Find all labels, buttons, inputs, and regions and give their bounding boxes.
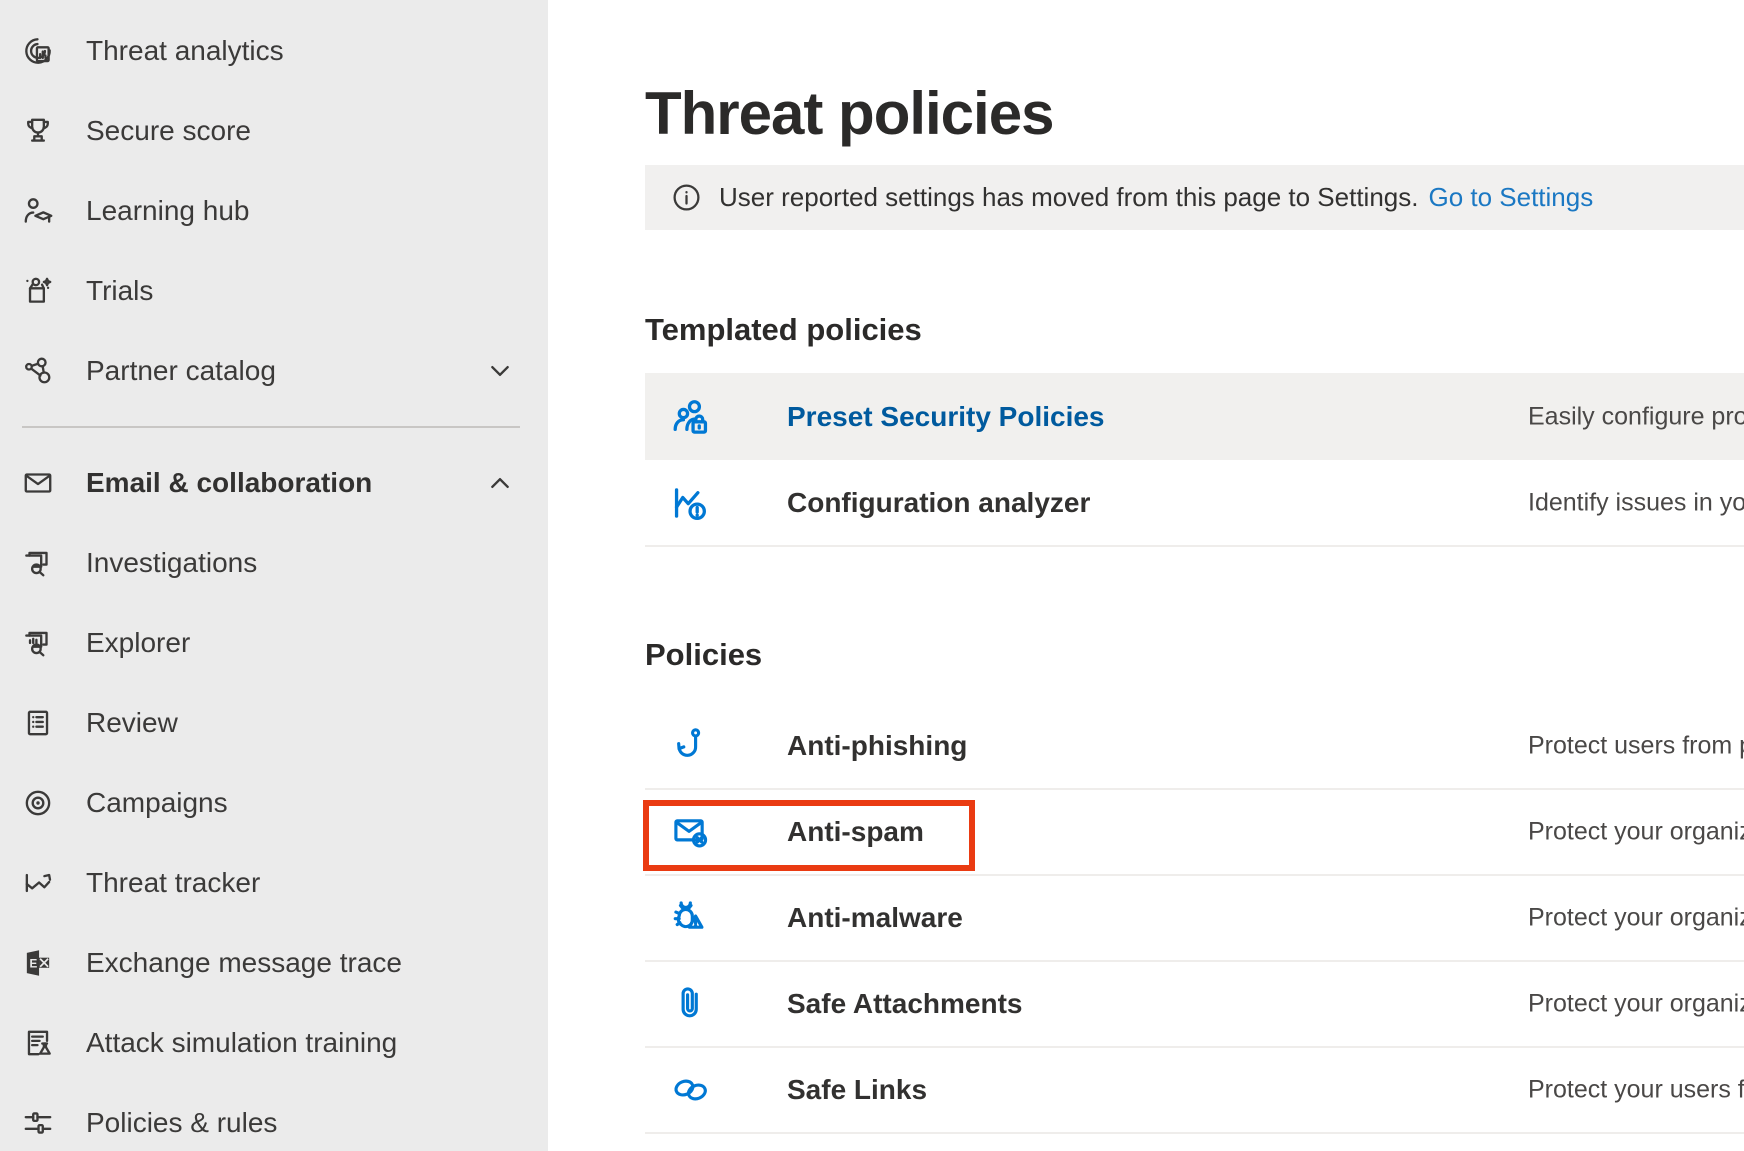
chevron-up-icon [488, 471, 512, 495]
row-anti-phishing[interactable]: Anti-phishing Protect users from p [645, 704, 1744, 790]
sidebar-item-label: Investigations [86, 547, 257, 579]
banner-text: User reported settings has moved from th… [719, 182, 1418, 213]
row-title: Anti-spam [787, 816, 924, 848]
row-anti-malware[interactable]: Anti-malware Protect your organiz [645, 876, 1744, 962]
safe-attachments-icon [668, 981, 714, 1027]
row-description: Protect your users fr [1528, 1076, 1744, 1105]
trials-icon [20, 273, 56, 309]
secure-score-icon [20, 113, 56, 149]
exchange-icon: E [20, 945, 56, 981]
sidebar-item-explorer[interactable]: Explorer [0, 603, 548, 683]
row-title[interactable]: Configuration analyzer [787, 487, 1090, 519]
row-description: Protect your organiz [1528, 904, 1744, 933]
row-anti-spam[interactable]: Anti-spam Protect your organiz [645, 790, 1744, 876]
preset-security-icon [668, 394, 714, 440]
row-title: Safe Links [787, 1074, 927, 1106]
policies-rules-icon [20, 1105, 56, 1141]
sidebar-item-secure-score[interactable]: Secure score [0, 91, 548, 171]
row-description: Protect your organiz [1528, 990, 1744, 1019]
row-description: Protect your organiz [1528, 818, 1744, 847]
sidebar-item-label: Review [86, 707, 178, 739]
sidebar-item-email-collaboration[interactable]: Email & collaboration [0, 443, 548, 523]
sidebar-item-exchange-message-trace[interactable]: E Exchange message trace [0, 923, 548, 1003]
row-title: Anti-phishing [787, 730, 967, 762]
chevron-down-icon [488, 359, 512, 383]
anti-malware-icon [668, 895, 714, 941]
row-configuration-analyzer[interactable]: Configuration analyzer Identify issues i… [645, 460, 1744, 547]
sidebar-item-threat-analytics[interactable]: Threat analytics [0, 11, 548, 91]
threat-policies-page: Threat analytics Secure score Learning h… [0, 0, 1744, 1151]
sidebar-item-label: Learning hub [86, 195, 249, 227]
section-heading-policies: Policies [645, 637, 762, 673]
sidebar-item-trials[interactable]: Trials [0, 251, 548, 331]
info-icon [671, 182, 702, 213]
anti-spam-icon [668, 809, 714, 855]
main-content: Threat policies User reported settings h… [548, 0, 1744, 1151]
go-to-settings-link[interactable]: Go to Settings [1428, 182, 1593, 213]
sidebar-item-label: Secure score [86, 115, 251, 147]
sidebar-item-partner-catalog[interactable]: Partner catalog [0, 331, 548, 411]
row-title: Anti-malware [787, 902, 963, 934]
row-description: Easily configure prot [1528, 402, 1744, 431]
review-icon [20, 705, 56, 741]
explorer-icon [20, 625, 56, 661]
row-description: Protect users from p [1528, 732, 1744, 761]
sidebar-item-learning-hub[interactable]: Learning hub [0, 171, 548, 251]
investigations-icon [20, 545, 56, 581]
sidebar-item-policies-rules[interactable]: Policies & rules [0, 1083, 548, 1151]
sidebar-item-threat-tracker[interactable]: Threat tracker [0, 843, 548, 923]
campaigns-icon [20, 785, 56, 821]
sidebar-item-label: Policies & rules [86, 1107, 277, 1139]
sidebar-item-investigations[interactable]: Investigations [0, 523, 548, 603]
sidebar-item-review[interactable]: Review [0, 683, 548, 763]
row-description: Identify issues in you [1528, 488, 1744, 517]
threat-tracker-icon [20, 865, 56, 901]
sidebar-item-label: Campaigns [86, 787, 228, 819]
page-title: Threat policies [645, 78, 1053, 150]
email-collaboration-icon [20, 465, 56, 501]
sidebar-item-label: Threat tracker [86, 867, 260, 899]
row-title[interactable]: Preset Security Policies [787, 401, 1105, 433]
sidebar-item-label: Explorer [86, 627, 190, 659]
sidebar-item-label: Threat analytics [86, 35, 284, 67]
safe-links-icon [668, 1067, 714, 1113]
sidebar-item-campaigns[interactable]: Campaigns [0, 763, 548, 843]
svg-text:E: E [30, 957, 38, 970]
sidebar-item-label: Partner catalog [86, 355, 276, 387]
configuration-analyzer-icon [668, 480, 714, 526]
row-safe-links[interactable]: Safe Links Protect your users fr [645, 1048, 1744, 1134]
sidebar-item-attack-simulation-training[interactable]: Attack simulation training [0, 1003, 548, 1083]
partner-catalog-icon [20, 353, 56, 389]
row-safe-attachments[interactable]: Safe Attachments Protect your organiz [645, 962, 1744, 1048]
sidebar-item-label: Email & collaboration [86, 467, 372, 499]
threat-analytics-icon [20, 33, 56, 69]
sidebar-item-label: Trials [86, 275, 153, 307]
sidebar: Threat analytics Secure score Learning h… [0, 0, 548, 1151]
anti-phishing-icon [668, 723, 714, 769]
section-heading-templated-policies: Templated policies [645, 312, 922, 348]
info-banner: User reported settings has moved from th… [645, 165, 1744, 230]
sidebar-divider [22, 426, 520, 428]
row-preset-security-policies[interactable]: Preset Security Policies Easily configur… [645, 373, 1744, 460]
learning-hub-icon [20, 193, 56, 229]
sidebar-item-label: Attack simulation training [86, 1027, 397, 1059]
row-title: Safe Attachments [787, 988, 1022, 1020]
sidebar-item-label: Exchange message trace [86, 947, 402, 979]
attack-simulation-icon [20, 1025, 56, 1061]
